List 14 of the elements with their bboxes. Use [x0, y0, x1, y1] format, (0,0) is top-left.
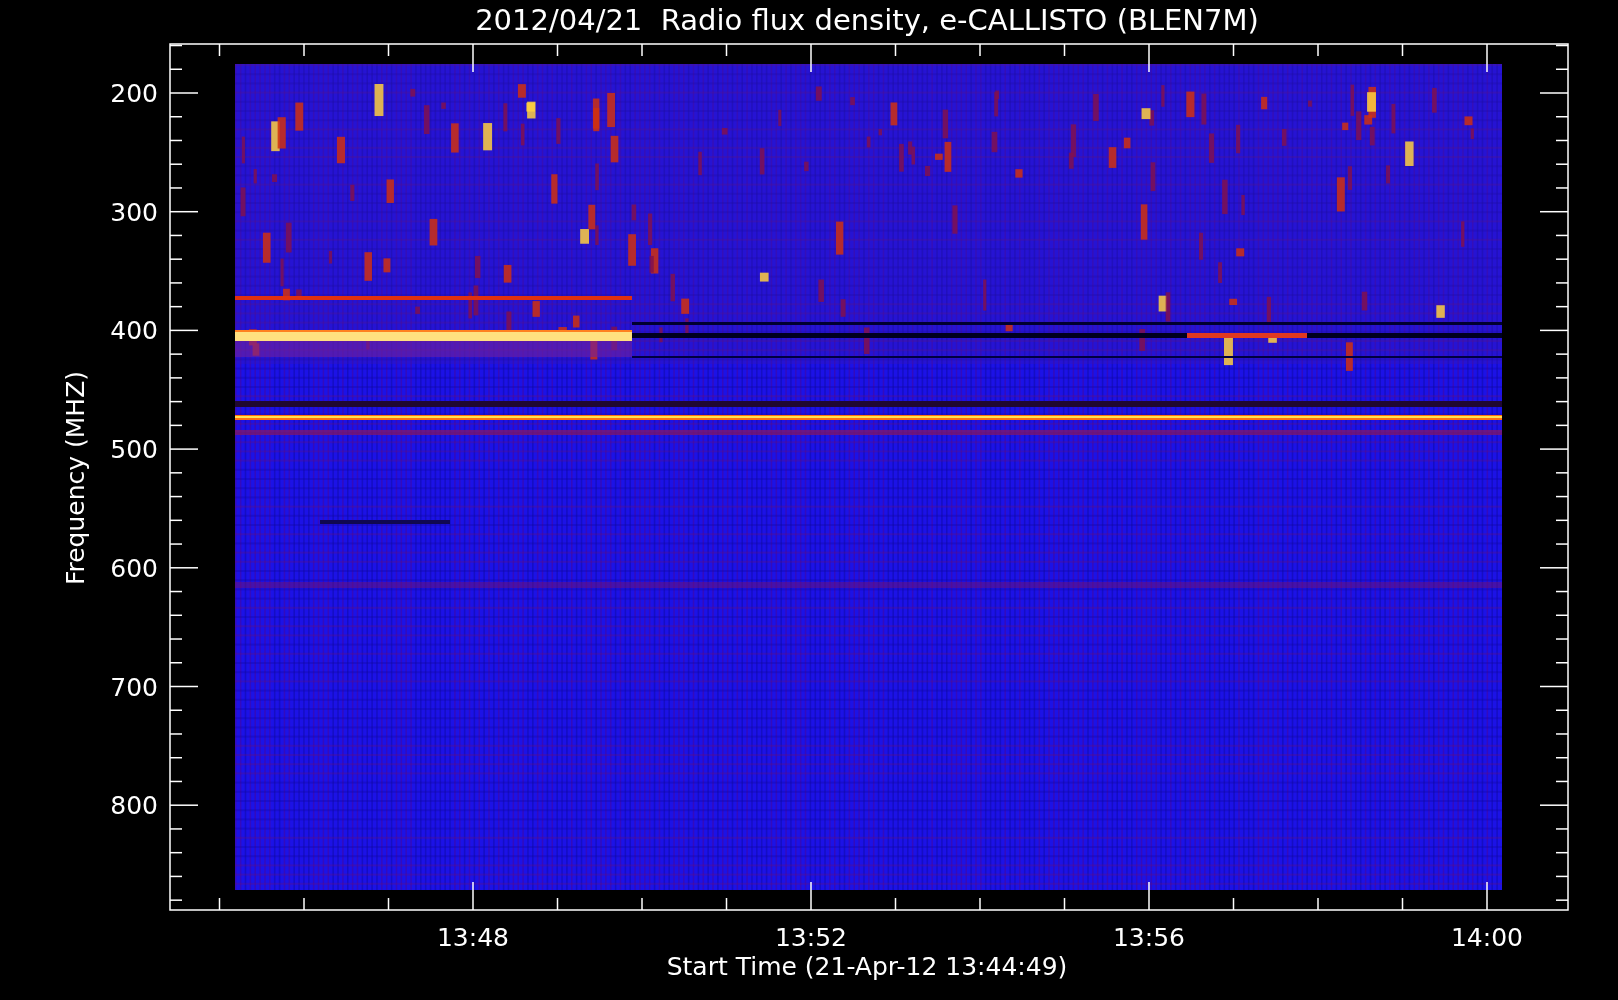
x-tick-label: 13:48 — [437, 923, 509, 952]
y-axis-label: Frequency (MHZ) — [61, 370, 90, 586]
y-tick-label: 400 — [110, 316, 158, 346]
y-tick-label: 200 — [110, 79, 158, 108]
x-tick-label: 13:56 — [1113, 923, 1185, 952]
y-tick-label: 800 — [110, 791, 158, 821]
chart-title: 2012/04/21 Radio flux density, e-CALLISTO (BLEN7M) — [475, 3, 1259, 37]
y-tick-label: 300 — [110, 197, 158, 227]
x-tick-label: 14:00 — [1451, 923, 1523, 952]
y-tick-label: 700 — [110, 672, 158, 702]
y-tick-label: 600 — [110, 553, 158, 583]
x-tick-label: 13:52 — [775, 923, 847, 952]
y-tick-label: 500 — [110, 435, 158, 465]
x-axis-label: Start Time (21-Apr-12 13:44:49) — [666, 952, 1068, 981]
